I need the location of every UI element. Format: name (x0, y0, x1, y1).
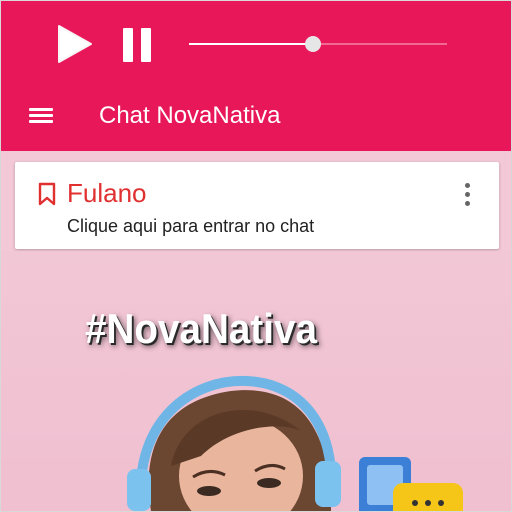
play-button[interactable] (55, 23, 95, 65)
volume-slider[interactable] (189, 33, 447, 55)
app-header: Chat NovaNativa (1, 1, 511, 151)
more-options-icon[interactable] (459, 180, 475, 210)
toolbar: Chat NovaNativa (1, 89, 511, 145)
radio-player (1, 15, 511, 73)
status-bar (1, 1, 511, 9)
woman-with-headphones-illustration (127, 375, 463, 511)
app-screen: Chat NovaNativa Fulano Clique aqui para … (0, 0, 512, 512)
slider-thumb[interactable] (304, 36, 321, 52)
hamburger-menu-icon[interactable] (27, 105, 55, 127)
chat-room-card[interactable]: Fulano Clique aqui para entrar no chat (15, 162, 499, 249)
promo-banner-image: #NovaNativa (1, 251, 511, 511)
bookmark-icon (38, 182, 56, 206)
pause-button[interactable] (120, 25, 156, 65)
page-title: Chat NovaNativa (99, 102, 281, 129)
pause-icon (123, 28, 151, 62)
play-icon (58, 25, 92, 63)
chat-room-name: Fulano (67, 178, 147, 208)
chat-room-subtitle: Clique aqui para entrar no chat (67, 216, 315, 236)
slider-fill (189, 43, 313, 45)
